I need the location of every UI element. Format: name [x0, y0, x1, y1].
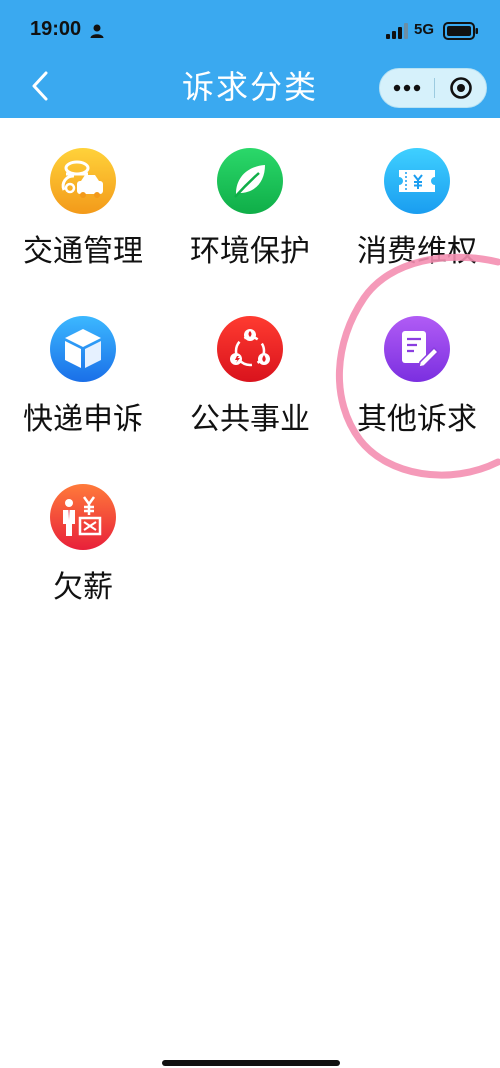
package-icon — [50, 316, 116, 382]
category-consumer-rights[interactable]: 消费维权 — [334, 118, 500, 269]
mini-program-capsule — [379, 68, 487, 108]
signal-icon — [386, 23, 408, 39]
category-label: 公共事业 — [190, 402, 310, 437]
edit-note-icon — [384, 316, 450, 382]
home-indicator — [162, 1060, 340, 1066]
more-dots-icon — [393, 84, 421, 92]
nav-bar: 诉求分类 — [0, 56, 500, 118]
category-label: 环境保护 — [190, 234, 310, 269]
status-time: 19:00 — [30, 18, 82, 40]
network-label: 5G — [414, 21, 435, 38]
category-label: 其他诉求 — [357, 402, 477, 437]
traffic-icon — [50, 148, 116, 214]
category-label: 欠薪 — [53, 570, 113, 605]
target-circle-icon — [450, 77, 472, 99]
category-other-requests[interactable]: 其他诉求 — [334, 286, 500, 437]
category-unpaid-wages[interactable]: 欠薪 — [0, 454, 166, 605]
wage-icon — [50, 484, 116, 550]
app-header: 19:00 5G 诉求分类 — [0, 0, 500, 118]
status-bar: 19:00 5G — [0, 0, 500, 62]
more-button[interactable] — [380, 69, 434, 107]
category-environment[interactable]: 环境保护 — [167, 118, 333, 269]
category-express-delivery[interactable]: 快递申诉 — [0, 286, 166, 437]
utilities-icon — [217, 316, 283, 382]
category-label: 快递申诉 — [23, 402, 143, 437]
category-label: 交通管理 — [23, 234, 143, 269]
ticket-yen-icon — [384, 148, 450, 214]
category-label: 消费维权 — [357, 234, 477, 269]
category-traffic[interactable]: 交通管理 — [0, 118, 166, 269]
person-icon — [90, 24, 104, 38]
category-public-utilities[interactable]: 公共事业 — [167, 286, 333, 437]
close-program-button[interactable] — [435, 69, 487, 107]
battery-icon — [443, 22, 478, 40]
leaf-icon — [217, 148, 283, 214]
